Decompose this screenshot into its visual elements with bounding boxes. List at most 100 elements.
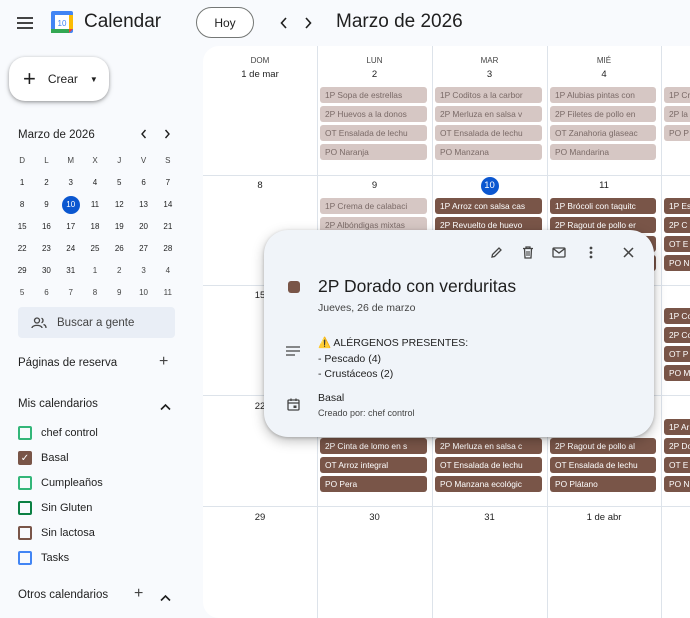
my-calendars-heading[interactable]: Mis calendarios bbox=[18, 398, 98, 410]
day-number[interactable]: 3 bbox=[432, 69, 547, 80]
event-chip[interactable]: 2P Co bbox=[664, 327, 690, 343]
mini-day[interactable]: 6 bbox=[34, 283, 58, 303]
event-chip[interactable]: 1P Co bbox=[664, 308, 690, 324]
event-chip[interactable]: 1P Arroz con salsa cas bbox=[435, 198, 542, 214]
mini-day[interactable]: 3 bbox=[59, 173, 83, 193]
event-chip[interactable]: 1P Es bbox=[664, 198, 690, 214]
mini-day[interactable]: 5 bbox=[10, 283, 34, 303]
mini-day[interactable]: 22 bbox=[10, 239, 34, 259]
mini-day[interactable]: 10 bbox=[131, 283, 155, 303]
mini-day[interactable]: 27 bbox=[131, 239, 155, 259]
mini-day[interactable]: 23 bbox=[34, 239, 58, 259]
day-number[interactable]: 30 bbox=[317, 512, 432, 523]
mini-day[interactable]: 2 bbox=[107, 261, 131, 281]
event-chip[interactable]: PO Pera bbox=[320, 476, 427, 492]
day-number[interactable]: 2 bbox=[317, 69, 432, 80]
mini-day[interactable]: 18 bbox=[83, 217, 107, 237]
edit-event-button[interactable] bbox=[486, 242, 506, 262]
mini-day[interactable]: 8 bbox=[10, 195, 34, 215]
event-chip[interactable]: 2P Huevos a la donos bbox=[320, 106, 427, 122]
mini-day[interactable]: 25 bbox=[83, 239, 107, 259]
event-chip[interactable]: PO M bbox=[664, 365, 690, 381]
event-chip[interactable]: 1P Sopa de estrellas bbox=[320, 87, 427, 103]
event-chip[interactable]: 2P Filetes de pollo en bbox=[550, 106, 656, 122]
event-chip[interactable]: PO Manzana ecológic bbox=[435, 476, 542, 492]
event-chip[interactable]: PO Naranja bbox=[320, 144, 427, 160]
day-number[interactable]: 1 de mar bbox=[203, 69, 317, 80]
mini-day[interactable]: 7 bbox=[156, 173, 180, 193]
mini-day-today[interactable]: 10 bbox=[59, 195, 83, 215]
mini-day[interactable]: 9 bbox=[107, 283, 131, 303]
event-chip[interactable]: 1P Brócoli con taquitc bbox=[550, 198, 656, 214]
event-chip[interactable]: 2P C bbox=[664, 217, 690, 233]
mini-day[interactable]: 11 bbox=[83, 195, 107, 215]
mini-day[interactable]: 3 bbox=[131, 261, 155, 281]
mini-day[interactable]: 9 bbox=[34, 195, 58, 215]
mini-day[interactable]: 20 bbox=[131, 217, 155, 237]
mini-day[interactable]: 13 bbox=[131, 195, 155, 215]
mini-day[interactable]: 11 bbox=[156, 283, 180, 303]
today-button[interactable]: Hoy bbox=[196, 7, 254, 38]
mini-day[interactable]: 1 bbox=[10, 173, 34, 193]
create-button[interactable]: + Crear ▼ bbox=[9, 57, 109, 101]
mini-day[interactable]: 14 bbox=[156, 195, 180, 215]
mini-day[interactable]: 15 bbox=[10, 217, 34, 237]
checkbox-unchecked-icon[interactable] bbox=[18, 426, 32, 440]
mini-day[interactable]: 7 bbox=[59, 283, 83, 303]
mini-day[interactable]: 24 bbox=[59, 239, 83, 259]
delete-event-button[interactable] bbox=[518, 242, 538, 262]
mini-day[interactable]: 31 bbox=[59, 261, 83, 281]
mini-day[interactable]: 2 bbox=[34, 173, 58, 193]
mini-day[interactable]: 26 bbox=[107, 239, 131, 259]
mini-day[interactable]: 16 bbox=[34, 217, 58, 237]
event-chip[interactable]: 1P Crema de calabaci bbox=[320, 198, 427, 214]
prev-period-button[interactable] bbox=[273, 12, 295, 34]
close-popup-button[interactable] bbox=[618, 242, 638, 262]
event-chip[interactable]: PO Plátano bbox=[550, 476, 656, 492]
collapse-other-calendars-button[interactable] bbox=[160, 589, 171, 607]
calendar-item-tasks[interactable]: Tasks bbox=[18, 548, 69, 568]
event-chip[interactable]: OT Ensalada de lechu bbox=[435, 125, 542, 141]
event-chip[interactable]: 1P Ar bbox=[664, 419, 690, 435]
email-guests-button[interactable] bbox=[549, 242, 569, 262]
day-number-today[interactable]: 10 bbox=[432, 177, 547, 195]
more-options-button[interactable] bbox=[581, 242, 601, 262]
event-chip[interactable]: 2P Cinta de lomo en s bbox=[320, 438, 427, 454]
event-chip[interactable]: 2P Merluza en salsa c bbox=[435, 438, 542, 454]
day-number[interactable]: 1 de abr bbox=[547, 512, 661, 523]
next-period-button[interactable] bbox=[297, 12, 319, 34]
mini-day[interactable]: 1 bbox=[83, 261, 107, 281]
mini-day[interactable]: 4 bbox=[156, 261, 180, 281]
day-number[interactable]: 8 bbox=[203, 180, 317, 191]
event-chip[interactable]: 2P la bbox=[664, 106, 690, 122]
calendar-item-cumpleanos[interactable]: Cumpleaños bbox=[18, 473, 103, 493]
event-chip[interactable]: 2P Do bbox=[664, 438, 690, 454]
search-people-input[interactable]: Buscar a gente bbox=[18, 307, 175, 338]
mini-day[interactable]: 5 bbox=[107, 173, 131, 193]
checkbox-checked-icon[interactable]: ✓ bbox=[18, 451, 32, 465]
event-chip[interactable]: 2P Ragout de pollo al bbox=[550, 438, 656, 454]
mini-day[interactable]: 6 bbox=[131, 173, 155, 193]
day-number[interactable]: 4 bbox=[547, 69, 661, 80]
calendar-logo-icon[interactable]: 10 bbox=[50, 10, 74, 34]
event-chip[interactable]: OT Ensalada de lechu bbox=[435, 457, 542, 473]
checkbox-unchecked-icon[interactable] bbox=[18, 551, 32, 565]
event-chip[interactable]: PO N bbox=[664, 255, 690, 271]
mini-day[interactable]: 12 bbox=[107, 195, 131, 215]
event-chip[interactable]: PO N bbox=[664, 476, 690, 492]
add-booking-page-button[interactable]: + bbox=[159, 353, 168, 371]
mini-next-month-button[interactable] bbox=[163, 128, 171, 142]
checkbox-unchecked-icon[interactable] bbox=[18, 501, 32, 515]
event-chip[interactable]: OT Zanahoria glaseac bbox=[550, 125, 656, 141]
mini-day[interactable]: 21 bbox=[156, 217, 180, 237]
day-number[interactable]: 31 bbox=[432, 512, 547, 523]
day-number[interactable]: 11 bbox=[547, 180, 661, 191]
mini-day[interactable]: 29 bbox=[10, 261, 34, 281]
event-chip[interactable]: 1P Cr bbox=[664, 87, 690, 103]
event-chip[interactable]: OT Arroz integral bbox=[320, 457, 427, 473]
calendar-item-basal[interactable]: ✓ Basal bbox=[18, 448, 69, 468]
mini-day[interactable]: 19 bbox=[107, 217, 131, 237]
event-chip[interactable]: PO P bbox=[664, 125, 690, 141]
calendar-item-chef-control[interactable]: chef control bbox=[18, 423, 98, 443]
mini-day[interactable]: 4 bbox=[83, 173, 107, 193]
